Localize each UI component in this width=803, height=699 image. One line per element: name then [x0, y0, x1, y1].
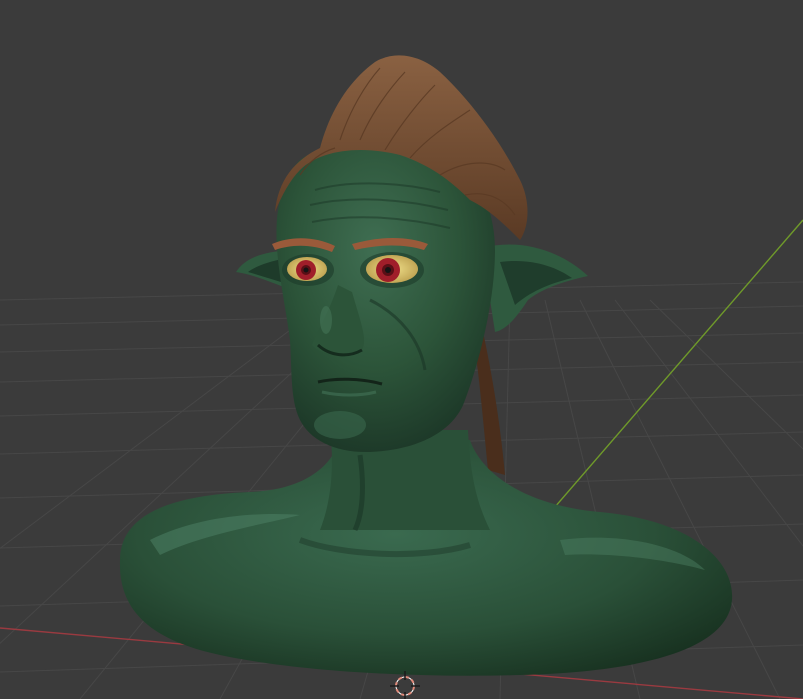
left-eye[interactable]: [287, 257, 327, 281]
viewport-canvas[interactable]: [0, 0, 803, 699]
right-eye[interactable]: [366, 255, 418, 283]
nose-highlight: [320, 306, 332, 334]
chin-highlight: [314, 411, 366, 439]
3d-viewport[interactable]: [0, 0, 803, 699]
